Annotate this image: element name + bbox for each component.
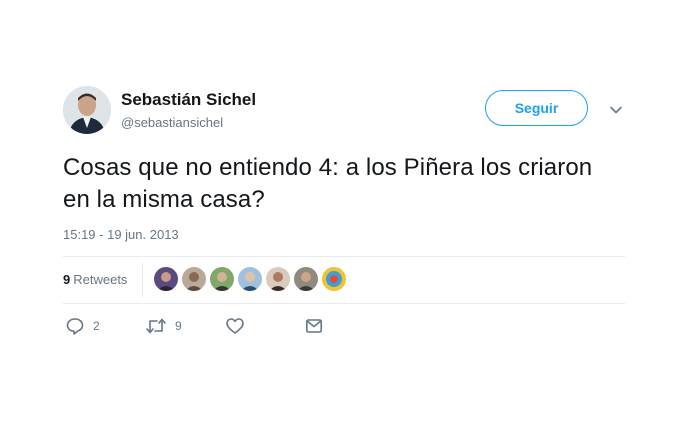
retweets-stat[interactable]: 9 Retweets — [63, 272, 127, 287]
retweet-arrows-icon — [145, 316, 167, 336]
direct-message-button[interactable] — [304, 315, 324, 337]
avatar[interactable] — [63, 86, 111, 134]
retweeter-avatar[interactable] — [238, 267, 262, 291]
follow-button[interactable]: Seguir — [485, 90, 588, 126]
stats-separator — [142, 263, 143, 297]
retweeter-avatar[interactable] — [294, 267, 318, 291]
reply-count: 2 — [93, 319, 100, 333]
retweets-stat-label: Retweets — [73, 272, 128, 287]
retweeter-avatar[interactable] — [154, 267, 178, 291]
retweets-stat-count: 9 — [63, 272, 71, 287]
retweeter-avatar[interactable] — [266, 267, 290, 291]
tweet-card: Sebastián Sichel @sebastiansichel Seguir… — [63, 86, 629, 335]
tweet-header: Sebastián Sichel @sebastiansichel Seguir — [63, 86, 629, 138]
speech-bubble-icon — [65, 316, 85, 336]
tweet-timestamp[interactable]: 15:19 - 19 jun. 2013 — [63, 227, 179, 242]
retweeter-avatar[interactable] — [210, 267, 234, 291]
reply-button[interactable]: 2 — [65, 315, 100, 337]
chevron-down-icon[interactable] — [608, 102, 624, 118]
heart-icon — [225, 316, 245, 336]
like-button[interactable] — [225, 315, 245, 337]
tweet-actions: 2 9 — [63, 315, 625, 337]
retweeter-avatar[interactable] — [182, 267, 206, 291]
user-handle[interactable]: @sebastiansichel — [121, 115, 223, 130]
tweet-stats: 9 Retweets — [63, 257, 625, 303]
retweet-button[interactable]: 9 — [145, 315, 182, 337]
divider — [63, 303, 625, 304]
user-name[interactable]: Sebastián Sichel — [121, 90, 256, 110]
retweeter-avatar[interactable] — [322, 267, 346, 291]
envelope-icon — [304, 316, 324, 336]
retweet-count: 9 — [175, 319, 182, 333]
tweet-text: Cosas que no entiendo 4: a los Piñera lo… — [63, 154, 593, 213]
retweeter-avatars — [154, 267, 350, 291]
